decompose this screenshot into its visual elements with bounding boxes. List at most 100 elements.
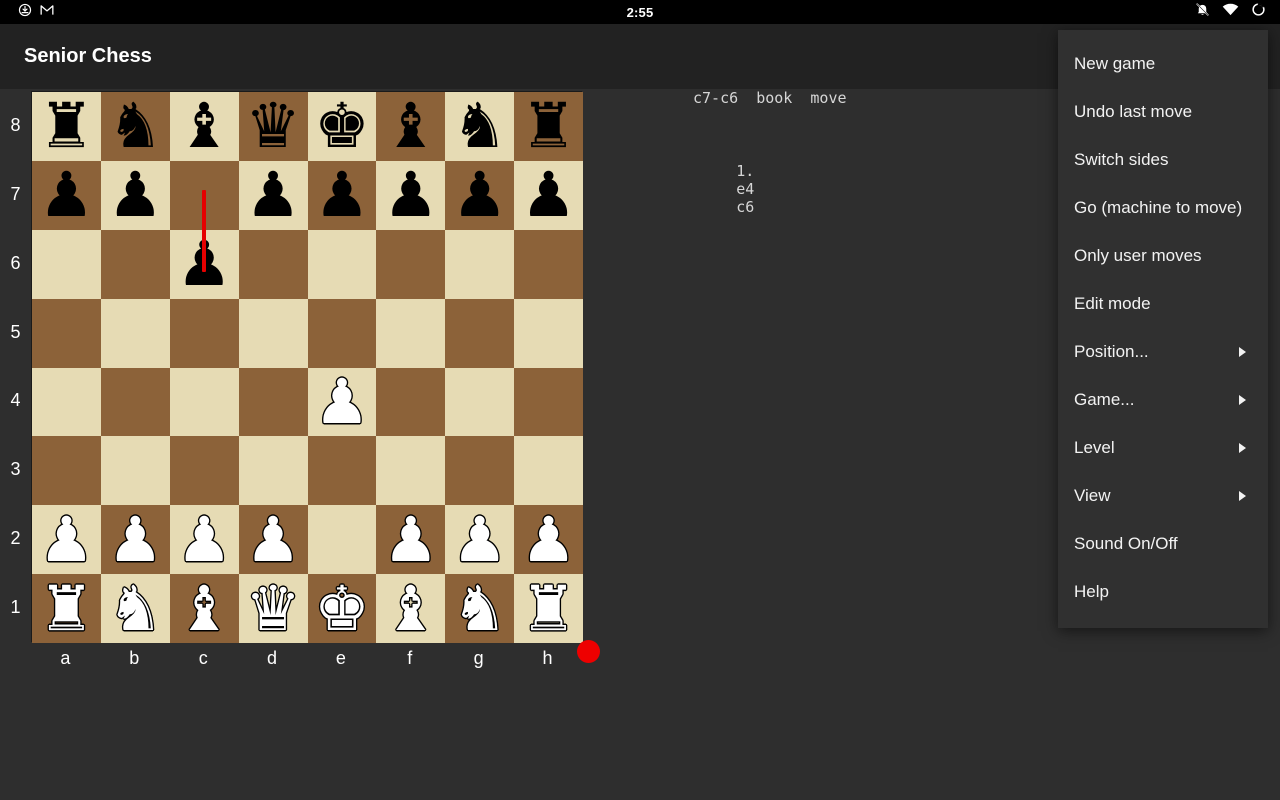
board-square-b7[interactable]: ♟: [101, 161, 170, 230]
board-square-g3[interactable]: [445, 436, 514, 505]
menu-item-sound-on-off[interactable]: Sound On/Off: [1058, 520, 1268, 568]
board-square-g5[interactable]: [445, 299, 514, 368]
board-square-g8[interactable]: ♞: [445, 92, 514, 161]
piece-black-pawn[interactable]: ♟: [514, 161, 583, 230]
board-square-c2[interactable]: ♟: [170, 505, 239, 574]
board-square-d1[interactable]: ♛: [239, 574, 308, 643]
board-square-h1[interactable]: ♜: [514, 574, 583, 643]
piece-black-queen[interactable]: ♛: [239, 92, 308, 161]
board-square-h5[interactable]: [514, 299, 583, 368]
menu-item-game[interactable]: Game...: [1058, 376, 1268, 424]
board-square-h3[interactable]: [514, 436, 583, 505]
board-square-h8[interactable]: ♜: [514, 92, 583, 161]
menu-item-position[interactable]: Position...: [1058, 328, 1268, 376]
piece-white-pawn[interactable]: ♟: [445, 505, 514, 574]
board-square-h2[interactable]: ♟: [514, 505, 583, 574]
board-square-d5[interactable]: [239, 299, 308, 368]
board-square-a3[interactable]: [32, 436, 101, 505]
piece-black-bishop[interactable]: ♝: [376, 92, 445, 161]
board-square-b6[interactable]: [101, 230, 170, 299]
board-square-a5[interactable]: [32, 299, 101, 368]
piece-black-pawn[interactable]: ♟: [376, 161, 445, 230]
piece-black-king[interactable]: ♚: [308, 92, 377, 161]
piece-black-pawn[interactable]: ♟: [445, 161, 514, 230]
board-square-d7[interactable]: ♟: [239, 161, 308, 230]
board-square-g4[interactable]: [445, 368, 514, 437]
board-square-f3[interactable]: [376, 436, 445, 505]
piece-white-queen[interactable]: ♛: [239, 574, 308, 643]
piece-white-pawn[interactable]: ♟: [514, 505, 583, 574]
board-square-h6[interactable]: [514, 230, 583, 299]
piece-black-rook[interactable]: ♜: [514, 92, 583, 161]
piece-black-pawn[interactable]: ♟: [32, 161, 101, 230]
piece-black-pawn[interactable]: ♟: [239, 161, 308, 230]
board-square-h7[interactable]: ♟: [514, 161, 583, 230]
piece-white-king[interactable]: ♚: [308, 574, 377, 643]
piece-white-pawn[interactable]: ♟: [32, 505, 101, 574]
board-square-f7[interactable]: ♟: [376, 161, 445, 230]
menu-item-help[interactable]: Help: [1058, 568, 1268, 616]
board-square-h4[interactable]: [514, 368, 583, 437]
piece-white-pawn[interactable]: ♟: [239, 505, 308, 574]
board-square-a8[interactable]: ♜: [32, 92, 101, 161]
piece-black-knight[interactable]: ♞: [445, 92, 514, 161]
piece-white-rook[interactable]: ♜: [32, 574, 101, 643]
board-square-a2[interactable]: ♟: [32, 505, 101, 574]
piece-white-bishop[interactable]: ♝: [170, 574, 239, 643]
board-square-f2[interactable]: ♟: [376, 505, 445, 574]
menu-item-new-game[interactable]: New game: [1058, 40, 1268, 88]
board-square-a4[interactable]: [32, 368, 101, 437]
board-square-f6[interactable]: [376, 230, 445, 299]
board-square-e5[interactable]: [308, 299, 377, 368]
menu-item-edit-mode[interactable]: Edit mode: [1058, 280, 1268, 328]
menu-item-only-user-moves[interactable]: Only user moves: [1058, 232, 1268, 280]
board-square-e4[interactable]: ♟: [308, 368, 377, 437]
board-square-f4[interactable]: [376, 368, 445, 437]
board-square-b2[interactable]: ♟: [101, 505, 170, 574]
board-square-c8[interactable]: ♝: [170, 92, 239, 161]
piece-white-pawn[interactable]: ♟: [308, 368, 377, 437]
board-square-b8[interactable]: ♞: [101, 92, 170, 161]
overflow-menu[interactable]: New gameUndo last moveSwitch sidesGo (ma…: [1058, 30, 1268, 628]
board-square-e1[interactable]: ♚: [308, 574, 377, 643]
board-square-g7[interactable]: ♟: [445, 161, 514, 230]
board-square-d8[interactable]: ♛: [239, 92, 308, 161]
board-square-a6[interactable]: [32, 230, 101, 299]
board-square-c5[interactable]: [170, 299, 239, 368]
menu-item-level[interactable]: Level: [1058, 424, 1268, 472]
menu-item-undo-last-move[interactable]: Undo last move: [1058, 88, 1268, 136]
piece-black-pawn[interactable]: ♟: [308, 161, 377, 230]
piece-white-rook[interactable]: ♜: [514, 574, 583, 643]
piece-black-rook[interactable]: ♜: [32, 92, 101, 161]
board-square-e3[interactable]: [308, 436, 377, 505]
menu-item-switch-sides[interactable]: Switch sides: [1058, 136, 1268, 184]
board-square-a7[interactable]: ♟: [32, 161, 101, 230]
board-square-d3[interactable]: [239, 436, 308, 505]
board-square-d2[interactable]: ♟: [239, 505, 308, 574]
piece-white-pawn[interactable]: ♟: [376, 505, 445, 574]
board-square-c3[interactable]: [170, 436, 239, 505]
piece-black-pawn[interactable]: ♟: [101, 161, 170, 230]
board-square-e8[interactable]: ♚: [308, 92, 377, 161]
piece-white-pawn[interactable]: ♟: [170, 505, 239, 574]
board-square-a1[interactable]: ♜: [32, 574, 101, 643]
board-square-g2[interactable]: ♟: [445, 505, 514, 574]
board-square-b1[interactable]: ♞: [101, 574, 170, 643]
board-square-d4[interactable]: [239, 368, 308, 437]
board-square-g1[interactable]: ♞: [445, 574, 514, 643]
board-square-d6[interactable]: [239, 230, 308, 299]
piece-black-bishop[interactable]: ♝: [170, 92, 239, 161]
piece-white-knight[interactable]: ♞: [101, 574, 170, 643]
piece-black-knight[interactable]: ♞: [101, 92, 170, 161]
piece-white-bishop[interactable]: ♝: [376, 574, 445, 643]
board-square-f5[interactable]: [376, 299, 445, 368]
board-square-b5[interactable]: [101, 299, 170, 368]
board-square-e7[interactable]: ♟: [308, 161, 377, 230]
board-square-e2[interactable]: [308, 505, 377, 574]
board-square-f8[interactable]: ♝: [376, 92, 445, 161]
board-square-g6[interactable]: [445, 230, 514, 299]
menu-item-go-machine-to-move[interactable]: Go (machine to move): [1058, 184, 1268, 232]
menu-item-view[interactable]: View: [1058, 472, 1268, 520]
board-square-c1[interactable]: ♝: [170, 574, 239, 643]
board-square-b4[interactable]: [101, 368, 170, 437]
